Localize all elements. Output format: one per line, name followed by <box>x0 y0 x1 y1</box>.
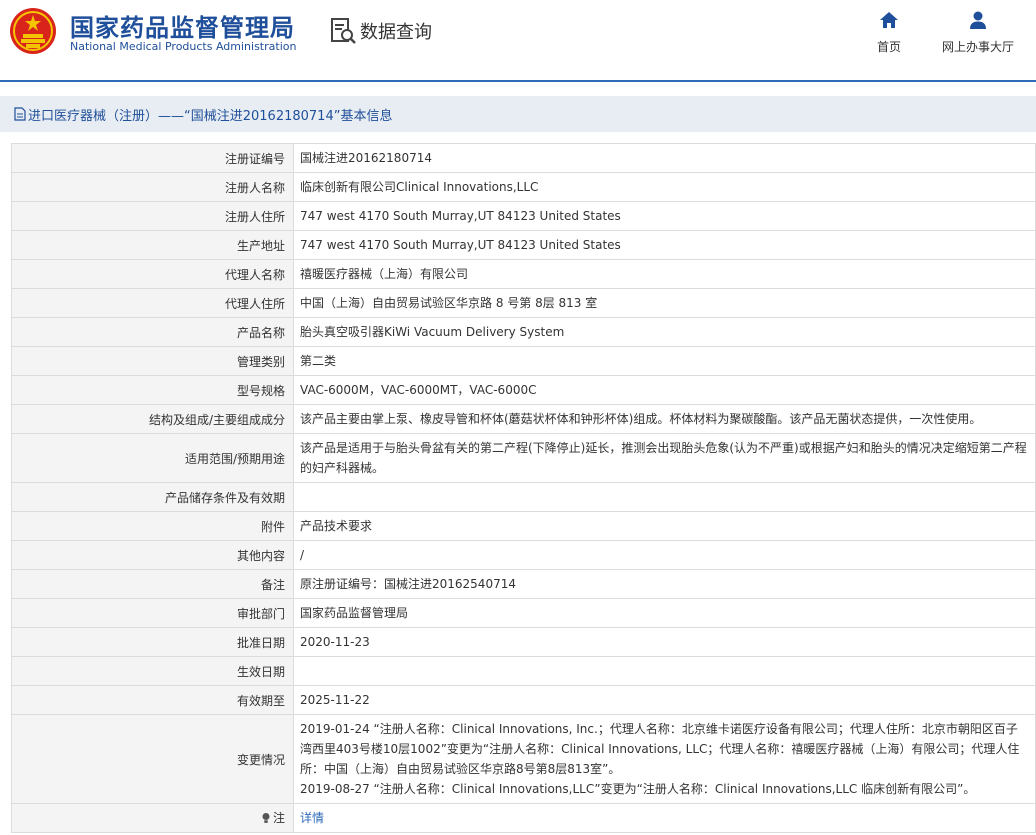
table-row: 注册人住所 747 west 4170 South Murray,UT 84123… <box>11 201 1036 231</box>
brand-title-cn: 国家药品监督管理局 <box>70 14 295 42</box>
row-value <box>293 656 1036 686</box>
table-row: 其他内容 / <box>11 540 1036 570</box>
row-value: 747 west 4170 South Murray,UT 84123 Unit… <box>293 230 1036 260</box>
detail-table: 注册证编号 国械注进20162180714 注册人名称 临床创新有限公司Clinic… <box>11 143 1036 833</box>
table-row: 审批部门 国家药品监督管理局 <box>11 598 1036 628</box>
change-entry: 2019-08-27 “注册人名称：Clinical Innovations,L… <box>300 782 976 796</box>
nav-online-hall[interactable]: 网上办事大厅 <box>936 10 1020 55</box>
row-label: 有效期至 <box>11 685 294 715</box>
table-row: 有效期至 2025-11-22 <box>11 685 1036 715</box>
row-label: 备注 <box>11 569 294 599</box>
table-row: 注册证编号 国械注进20162180714 <box>11 143 1036 173</box>
row-value: 产品技术要求 <box>293 511 1036 541</box>
data-query-label: 数据查询 <box>360 22 432 43</box>
brand-title-en: National Medical Products Administration <box>70 40 297 53</box>
row-value: 该产品是适用于与胎头骨盆有关的第二产程(下降停止)延长，推测会出现胎头危象(认为… <box>293 433 1036 483</box>
note-label-wrap: 注 <box>261 809 285 826</box>
table-row: 注册人名称 临床创新有限公司Clinical Innovations,LLC <box>11 172 1036 202</box>
row-value: 禧暖医疗器械（上海）有限公司 <box>293 259 1036 289</box>
row-value: 该产品主要由掌上泵、橡皮导管和杯体(蘑菇状杯体和钟形杯体)组成。杯体材料为聚碳酸… <box>293 404 1036 434</box>
note-label-cell: 注 <box>11 803 294 833</box>
row-value: 原注册证编号：国械注进20162540714 <box>293 569 1036 599</box>
row-label: 产品名称 <box>11 317 294 347</box>
table-row: 生产地址 747 west 4170 South Murray,UT 84123 … <box>11 230 1036 260</box>
row-label: 型号规格 <box>11 375 294 405</box>
table-row: 代理人住所 中国（上海）自由贸易试验区华京路 8 号第 8层 813 室 <box>11 288 1036 318</box>
row-value: 国械注进20162180714 <box>293 143 1036 173</box>
table-row: 代理人名称 禧暖医疗器械（上海）有限公司 <box>11 259 1036 289</box>
row-label: 注册人住所 <box>11 201 294 231</box>
breadcrumb-bar: 进口医疗器械（注册）——“国械注进20162180714”基本信息 <box>0 96 1036 132</box>
site-header: 国家药品监督管理局 National Medical Products Admi… <box>0 0 1036 82</box>
row-value: / <box>293 540 1036 570</box>
row-value: 国家药品监督管理局 <box>293 598 1036 628</box>
change-history-value: 2019-01-24 “注册人名称：Clinical Innovations, … <box>293 714 1036 804</box>
row-label: 代理人名称 <box>11 259 294 289</box>
table-row: 管理类别 第二类 <box>11 346 1036 376</box>
row-label: 产品储存条件及有效期 <box>11 482 294 512</box>
table-row: 适用范围/预期用途 该产品是适用于与胎头骨盆有关的第二产程(下降停止)延长，推测会… <box>11 433 1036 483</box>
row-value <box>293 482 1036 512</box>
change-entry: 2019-01-24 “注册人名称：Clinical Innovations, … <box>300 722 1020 776</box>
row-value: 2020-11-23 <box>293 627 1036 657</box>
change-history-row: 变更情况 2019-01-24 “注册人名称：Clinical Innovati… <box>11 714 1036 804</box>
row-label: 生产地址 <box>11 230 294 260</box>
data-query-heading: 数据查询 <box>330 16 432 46</box>
table-row: 产品储存条件及有效期 <box>11 482 1036 512</box>
row-value: VAC-6000M，VAC-6000MT，VAC-6000C <box>293 375 1036 405</box>
row-label: 适用范围/预期用途 <box>11 433 294 483</box>
row-value: 2025-11-22 <box>293 685 1036 715</box>
table-row: 批准日期 2020-11-23 <box>11 627 1036 657</box>
row-label: 代理人住所 <box>11 288 294 318</box>
user-icon <box>970 11 986 29</box>
table-row: 型号规格 VAC-6000M，VAC-6000MT，VAC-6000C <box>11 375 1036 405</box>
nav-online-hall-label: 网上办事大厅 <box>941 40 1014 54</box>
row-label: 注册人名称 <box>11 172 294 202</box>
national-emblem-icon <box>10 8 56 54</box>
row-value: 临床创新有限公司Clinical Innovations,LLC <box>293 172 1036 202</box>
table-row: 附件 产品技术要求 <box>11 511 1036 541</box>
lightbulb-icon <box>262 812 270 823</box>
row-label: 附件 <box>11 511 294 541</box>
table-row: 生效日期 <box>11 656 1036 686</box>
nav-home[interactable]: 首页 <box>872 10 906 55</box>
row-label: 审批部门 <box>11 598 294 628</box>
document-icon <box>14 107 26 121</box>
table-row: 产品名称 胎头真空吸引器KiWi Vacuum Delivery System <box>11 317 1036 347</box>
home-icon <box>880 12 898 28</box>
row-value: 第二类 <box>293 346 1036 376</box>
row-label: 其他内容 <box>11 540 294 570</box>
row-value: 中国（上海）自由贸易试验区华京路 8 号第 8层 813 室 <box>293 288 1036 318</box>
row-value: 747 west 4170 South Murray,UT 84123 Unit… <box>293 201 1036 231</box>
row-label: 注册证编号 <box>11 143 294 173</box>
table-row: 结构及组成/主要组成成分 该产品主要由掌上泵、橡皮导管和杯体(蘑菇状杯体和钟形杯体… <box>11 404 1036 434</box>
table-row: 备注 原注册证编号：国械注进20162540714 <box>11 569 1036 599</box>
breadcrumb: 进口医疗器械（注册）——“国械注进20162180714”基本信息 <box>28 108 393 124</box>
row-label: 管理类别 <box>11 346 294 376</box>
nav-home-label: 首页 <box>876 40 901 54</box>
details-link[interactable]: 详情 <box>300 811 324 825</box>
note-value: 详情 <box>293 803 1036 833</box>
row-label: 批准日期 <box>11 627 294 657</box>
row-label: 生效日期 <box>11 656 294 686</box>
change-history-label: 变更情况 <box>11 714 294 804</box>
document-search-icon <box>331 18 356 44</box>
row-label: 结构及组成/主要组成成分 <box>11 404 294 434</box>
row-value: 胎头真空吸引器KiWi Vacuum Delivery System <box>293 317 1036 347</box>
note-row: 注 详情 <box>11 803 1036 833</box>
note-label: 注 <box>272 811 285 826</box>
